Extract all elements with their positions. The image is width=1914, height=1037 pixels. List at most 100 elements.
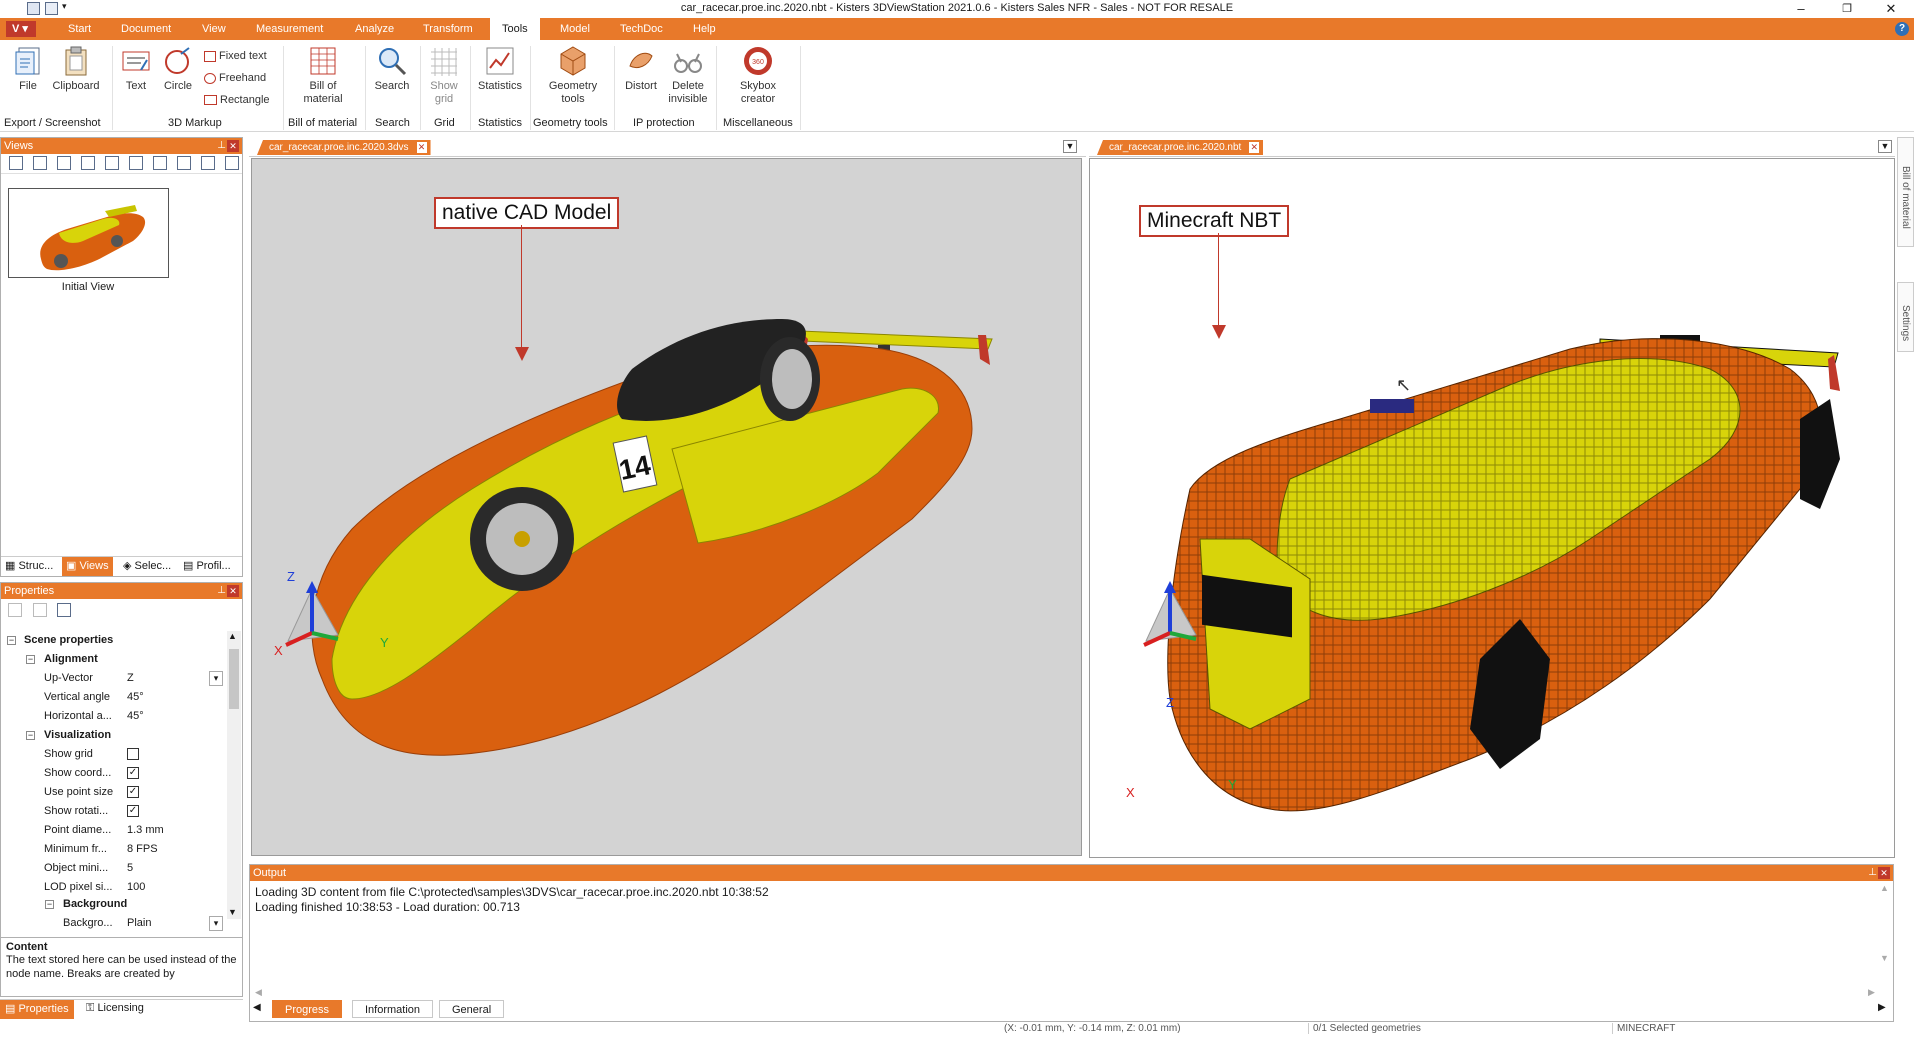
close-tab-icon[interactable]: ✕ bbox=[416, 142, 427, 153]
prop-show-rotation[interactable]: Show rotati... ✓ bbox=[1, 802, 226, 821]
restore-icon[interactable]: ❐ bbox=[1824, 0, 1870, 18]
scroll-thumb[interactable] bbox=[229, 649, 239, 709]
prop-show-grid[interactable]: Show grid bbox=[1, 745, 226, 764]
tab-properties[interactable]: ▤ Properties bbox=[0, 1000, 74, 1019]
side-tab-bill-of-material[interactable]: Bill of material bbox=[1897, 137, 1914, 247]
side-tab-settings[interactable]: Settings bbox=[1897, 282, 1914, 352]
geometry-tools-button[interactable]: Geometry tools bbox=[538, 44, 608, 106]
scene-properties-category[interactable]: − Scene properties bbox=[1, 631, 226, 650]
view-prev-icon[interactable] bbox=[105, 156, 119, 170]
menu-transform[interactable]: Transform bbox=[419, 18, 477, 40]
tab-scroll-left-icon[interactable]: ◀ bbox=[253, 1002, 261, 1013]
tab-progress[interactable]: Progress bbox=[272, 1000, 343, 1018]
tab-list-dropdown-icon[interactable]: ▼ bbox=[1063, 140, 1077, 153]
tab-list-dropdown-icon[interactable]: ▼ bbox=[1878, 140, 1892, 153]
pin-icon[interactable]: ⊥ bbox=[217, 583, 226, 599]
statistics-button[interactable]: Statistics bbox=[474, 44, 526, 93]
menu-start[interactable]: Start bbox=[64, 18, 95, 40]
prop-vertical-angle[interactable]: Vertical angle 45° bbox=[1, 688, 226, 707]
pin-icon[interactable]: ⊥ bbox=[1868, 865, 1877, 881]
prop-lod-pixel-size[interactable]: LOD pixel si... 100 bbox=[1, 878, 226, 895]
view-next-icon[interactable] bbox=[153, 156, 167, 170]
prop-object-minimum[interactable]: Object mini... 5 bbox=[1, 859, 226, 878]
view-add-icon[interactable] bbox=[33, 156, 47, 170]
native-cad-viewport[interactable]: 14 native CAD Model Z X Y bbox=[251, 158, 1082, 856]
tab-licensing[interactable]: ⚿ Licensing bbox=[86, 1002, 144, 1015]
search-button[interactable]: Search bbox=[370, 44, 414, 93]
tab-views[interactable]: ▣ Views bbox=[62, 557, 113, 576]
delete-invisible-button[interactable]: Delete invisible bbox=[666, 44, 710, 106]
tab-structure[interactable]: ▦ Struc... bbox=[5, 559, 53, 572]
prop-point-diameter[interactable]: Point diame... 1.3 mm bbox=[1, 821, 226, 840]
prop-show-coord[interactable]: Show coord... ✓ bbox=[1, 764, 226, 783]
view-refresh-icon[interactable] bbox=[57, 156, 71, 170]
minimize-icon[interactable]: – bbox=[1778, 0, 1824, 18]
view-stop-icon[interactable] bbox=[129, 156, 143, 170]
collapse-icon[interactable]: − bbox=[26, 655, 35, 664]
chevron-down-icon[interactable]: ▾ bbox=[209, 671, 223, 686]
pin-icon[interactable]: ⊥ bbox=[217, 138, 226, 154]
menu-help[interactable]: Help bbox=[689, 18, 720, 40]
tab-information[interactable]: Information bbox=[352, 1000, 434, 1018]
menu-view[interactable]: View bbox=[198, 18, 230, 40]
properties-scrollbar[interactable]: ▲ ▼ bbox=[227, 631, 241, 919]
skybox-creator-button[interactable]: 360 Skybox creator bbox=[732, 44, 784, 106]
view-thumbnail[interactable] bbox=[8, 188, 169, 278]
output-hscrollbar[interactable]: ◀ ▶ bbox=[250, 987, 1893, 999]
collapse-icon[interactable]: − bbox=[7, 636, 16, 645]
show-rotation-checkbox[interactable]: ✓ bbox=[127, 805, 139, 817]
freehand-button[interactable]: Freehand bbox=[204, 72, 266, 84]
view-fit-icon[interactable] bbox=[177, 156, 191, 170]
prop-horizontal-angle[interactable]: Horizontal a... 45° bbox=[1, 707, 226, 726]
prop-use-point-size[interactable]: Use point size ✓ bbox=[1, 783, 226, 802]
distort-button[interactable]: Distort bbox=[620, 44, 662, 93]
view-home-icon[interactable] bbox=[9, 156, 23, 170]
tab-general[interactable]: General bbox=[439, 1000, 505, 1018]
menu-analyze[interactable]: Analyze bbox=[351, 18, 398, 40]
menu-measurement[interactable]: Measurement bbox=[252, 18, 327, 40]
close-panel-icon[interactable]: ✕ bbox=[1878, 867, 1890, 879]
view-settings-icon[interactable] bbox=[201, 156, 215, 170]
properties-reset-icon[interactable] bbox=[33, 603, 47, 617]
close-panel-icon[interactable]: ✕ bbox=[227, 140, 239, 152]
close-panel-icon[interactable]: ✕ bbox=[227, 585, 239, 597]
menu-techdoc[interactable]: TechDoc bbox=[616, 18, 667, 40]
minecraft-viewport[interactable]: Minecraft NBT ↖ Z X Y bbox=[1089, 158, 1895, 858]
file-button[interactable]: File bbox=[8, 44, 48, 93]
prop-up-vector[interactable]: Up-Vector Z ▾ bbox=[1, 669, 226, 688]
alignment-category[interactable]: − Alignment bbox=[1, 650, 226, 669]
collapse-icon[interactable]: − bbox=[26, 731, 35, 740]
prop-minimum-fps[interactable]: Minimum fr... 8 FPS bbox=[1, 840, 226, 859]
fixed-text-button[interactable]: Fixed text bbox=[204, 50, 267, 62]
scroll-up-icon[interactable]: ▲ bbox=[228, 631, 237, 641]
view-more-icon[interactable] bbox=[225, 156, 239, 170]
rectangle-button[interactable]: Rectangle bbox=[204, 94, 270, 106]
circle-markup-button[interactable]: Circle bbox=[160, 44, 196, 93]
clipboard-button[interactable]: Clipboard bbox=[50, 44, 102, 93]
app-menu-button[interactable]: V ▾ bbox=[6, 21, 36, 37]
show-coord-checkbox[interactable]: ✓ bbox=[127, 767, 139, 779]
show-grid-button[interactable]: Show grid bbox=[424, 44, 464, 106]
tab-profiles[interactable]: ▤ Profil... bbox=[183, 559, 231, 572]
scroll-down-icon[interactable]: ▼ bbox=[228, 907, 237, 917]
properties-copy-icon[interactable] bbox=[8, 603, 22, 617]
background-category[interactable]: − Background bbox=[1, 895, 226, 914]
prop-background[interactable]: Backgro... Plain ▾ bbox=[1, 914, 226, 931]
text-markup-button[interactable]: Text bbox=[118, 44, 154, 93]
tab-selection[interactable]: ◈ Selec... bbox=[123, 559, 171, 572]
close-icon[interactable]: ✕ bbox=[1868, 0, 1914, 18]
help-icon[interactable]: ? bbox=[1895, 22, 1909, 36]
menu-tools[interactable]: Tools bbox=[490, 18, 540, 40]
menu-document[interactable]: Document bbox=[117, 18, 175, 40]
bill-of-material-button[interactable]: Bill of material bbox=[295, 44, 351, 106]
menu-model[interactable]: Model bbox=[556, 18, 594, 40]
output-scrollbar[interactable]: ▲ ▼ bbox=[1880, 883, 1892, 969]
show-grid-checkbox[interactable] bbox=[127, 748, 139, 760]
tab-minecraft-document[interactable]: car_racecar.proe.inc.2020.nbt ✕ bbox=[1097, 140, 1264, 155]
collapse-icon[interactable]: − bbox=[45, 900, 54, 909]
visualization-category[interactable]: − Visualization bbox=[1, 726, 226, 745]
view-delete-icon[interactable] bbox=[81, 156, 95, 170]
close-tab-icon[interactable]: ✕ bbox=[1249, 142, 1260, 153]
tab-scroll-right-icon[interactable]: ▶ bbox=[1878, 1002, 1886, 1013]
use-point-size-checkbox[interactable]: ✓ bbox=[127, 786, 139, 798]
